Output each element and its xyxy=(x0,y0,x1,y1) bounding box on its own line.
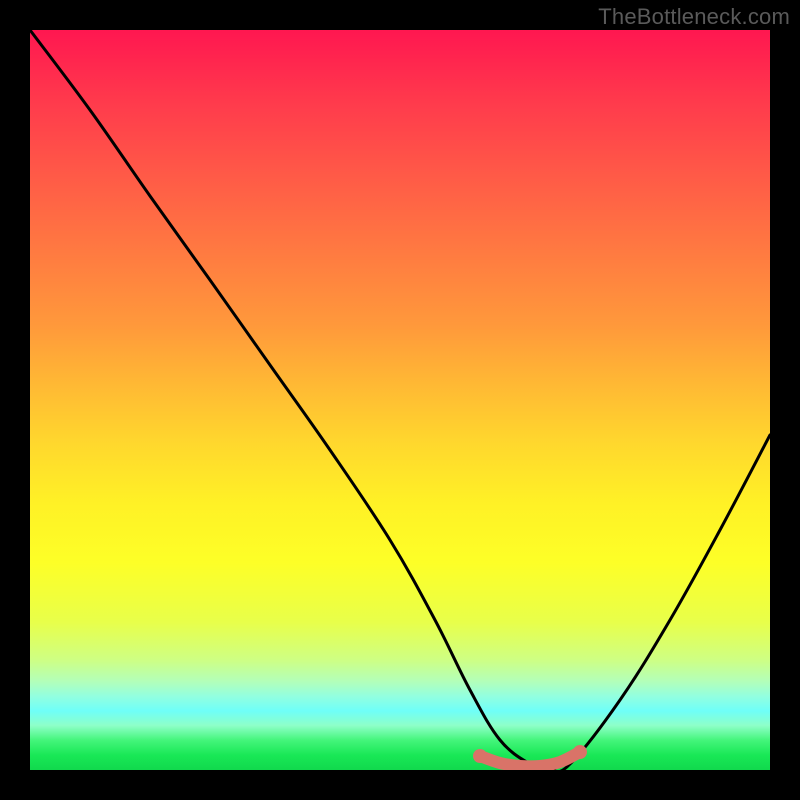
bottleneck-curve xyxy=(30,30,770,770)
plot-area xyxy=(30,30,770,770)
curve-layer xyxy=(30,30,770,770)
optimal-end-dot xyxy=(573,745,587,759)
optimal-start-dot xyxy=(473,749,487,763)
attribution-text: TheBottleneck.com xyxy=(598,4,790,30)
chart-frame: TheBottleneck.com xyxy=(0,0,800,800)
optimal-flat-region xyxy=(480,752,580,766)
